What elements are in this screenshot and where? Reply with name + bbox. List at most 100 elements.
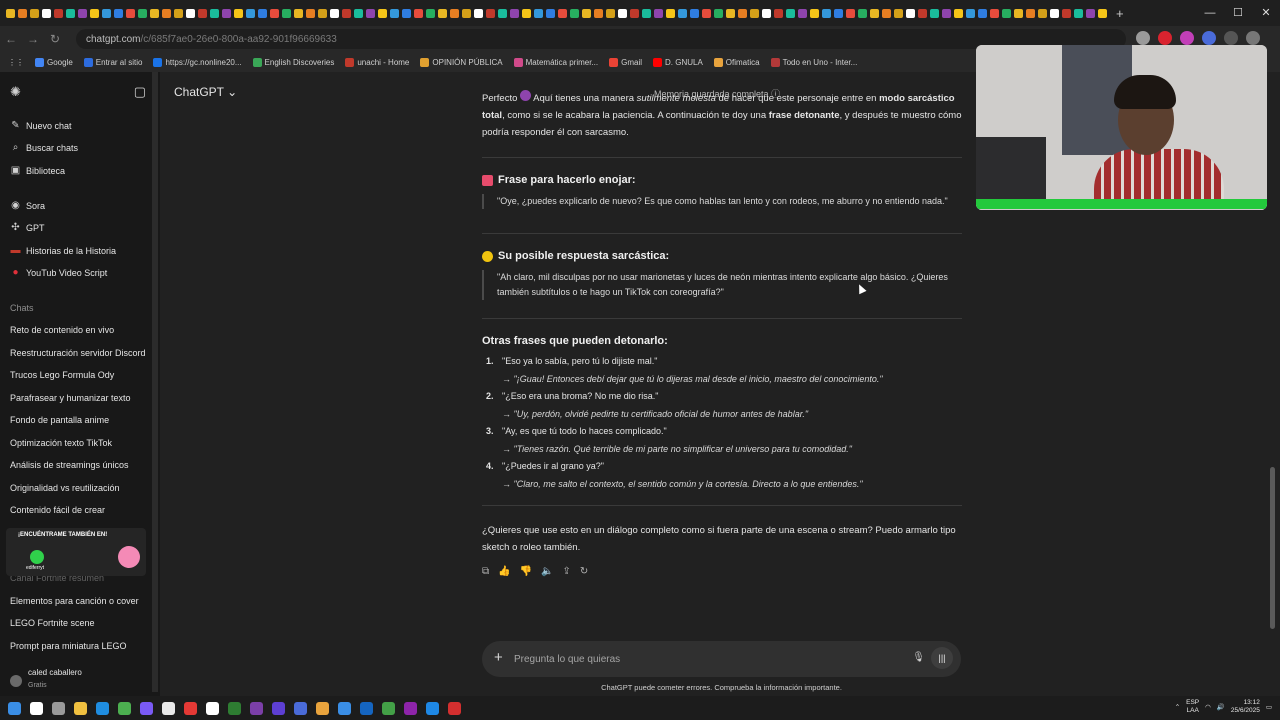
tab-favicon-icon[interactable] bbox=[342, 8, 351, 18]
tab-favicon-icon[interactable] bbox=[510, 8, 519, 18]
tab-favicon-icon[interactable] bbox=[390, 8, 399, 18]
tab-favicon-icon[interactable] bbox=[1062, 8, 1071, 18]
tab-favicon-icon[interactable] bbox=[222, 8, 231, 18]
tab-favicon-icon[interactable] bbox=[102, 8, 111, 18]
tab-favicon-icon[interactable] bbox=[30, 8, 39, 18]
tab-favicon-icon[interactable] bbox=[1014, 8, 1023, 18]
back-arrow-icon[interactable]: ← bbox=[0, 32, 22, 46]
tab-favicon-icon[interactable] bbox=[594, 8, 603, 18]
chat-history-item[interactable]: Análisis de streamings únicos bbox=[10, 460, 129, 470]
tab-favicon-icon[interactable] bbox=[702, 8, 711, 18]
taskbar-app-icon[interactable] bbox=[272, 701, 285, 715]
tab-favicon-icon[interactable] bbox=[354, 8, 363, 18]
windows-start-icon[interactable] bbox=[8, 701, 21, 715]
bookmark-item[interactable]: Todo en Uno - Inter... bbox=[770, 57, 857, 67]
tab-favicon-icon[interactable] bbox=[870, 8, 879, 18]
tab-favicon-icon[interactable] bbox=[714, 8, 723, 18]
tab-favicon-icon[interactable] bbox=[726, 8, 735, 18]
tab-favicon-icon[interactable] bbox=[138, 8, 147, 18]
tab-favicon-icon[interactable] bbox=[786, 8, 795, 18]
chat-history-item[interactable]: Optimización texto TikTok bbox=[10, 438, 112, 448]
tab-favicon-icon[interactable] bbox=[6, 8, 15, 18]
tab-favicon-icon[interactable] bbox=[678, 8, 687, 18]
tab-favicon-icon[interactable] bbox=[894, 8, 903, 18]
tab-favicon-icon[interactable] bbox=[546, 8, 555, 18]
chat-scrollbar[interactable] bbox=[1270, 467, 1275, 629]
tab-favicon-icon[interactable] bbox=[198, 8, 207, 18]
tab-favicon-icon[interactable] bbox=[558, 8, 567, 18]
bookmark-star-icon[interactable] bbox=[1136, 31, 1150, 45]
taskbar-app-icon[interactable] bbox=[140, 701, 153, 715]
tab-favicon-icon[interactable] bbox=[762, 8, 771, 18]
new-tab-button[interactable]: + bbox=[1116, 6, 1124, 21]
tab-favicon-icon[interactable] bbox=[966, 8, 975, 18]
notifications-icon[interactable]: ▭ bbox=[1266, 703, 1272, 711]
tab-favicon-icon[interactable] bbox=[1086, 8, 1095, 18]
taskbar-app-icon[interactable] bbox=[96, 701, 109, 715]
sidebar-item-historias[interactable]: ▬ Historias de la Historia bbox=[10, 245, 117, 256]
chat-history-item[interactable]: Originalidad vs reutilización bbox=[10, 483, 120, 493]
speaker-icon[interactable]: 🔈 bbox=[541, 566, 553, 577]
tab-favicon-icon[interactable] bbox=[618, 8, 627, 18]
tab-favicon-icon[interactable] bbox=[462, 8, 471, 18]
thumbs-down-icon[interactable]: 👎 bbox=[520, 566, 532, 577]
wifi-icon[interactable]: ◠ bbox=[1205, 703, 1211, 711]
sidebar-item-youtube-script[interactable]: ● YouTub Video Script bbox=[10, 267, 107, 278]
sidebar-toggle-icon[interactable]: ▢ bbox=[134, 84, 146, 100]
tab-favicon-icon[interactable] bbox=[930, 8, 939, 18]
window-controls[interactable]: — ☐ ✕ bbox=[1196, 0, 1280, 26]
tab-favicon-icon[interactable] bbox=[666, 8, 675, 18]
taskbar-app-icon[interactable] bbox=[426, 701, 439, 715]
tab-favicon-icon[interactable] bbox=[846, 8, 855, 18]
chat-history-item[interactable]: Parafrasear y humanizar texto bbox=[10, 393, 131, 403]
tab-favicon-icon[interactable] bbox=[954, 8, 963, 18]
tab-favicon-icon[interactable] bbox=[330, 8, 339, 18]
sidebar-item-library[interactable]: ▣ Biblioteca bbox=[10, 165, 65, 176]
chat-history-item[interactable]: Elementos para canción o cover bbox=[10, 596, 139, 606]
tab-favicon-icon[interactable] bbox=[126, 8, 135, 18]
tab-favicon-icon[interactable] bbox=[366, 8, 375, 18]
taskbar-app-icon[interactable] bbox=[404, 701, 417, 715]
taskbar-app-icon[interactable] bbox=[316, 701, 329, 715]
tab-favicon-icon[interactable] bbox=[1074, 8, 1083, 18]
tab-favicon-icon[interactable] bbox=[210, 8, 219, 18]
regenerate-icon[interactable]: ↻ bbox=[580, 566, 588, 577]
apps-grid-icon[interactable]: ⋮⋮ bbox=[8, 58, 24, 67]
tab-favicon-icon[interactable] bbox=[750, 8, 759, 18]
profile-avatar-icon[interactable] bbox=[1246, 31, 1260, 45]
extension-icon[interactable] bbox=[1202, 31, 1216, 45]
bookmark-item[interactable]: Gmail bbox=[609, 57, 642, 67]
sidebar-item-sora[interactable]: ◉ Sora bbox=[10, 200, 45, 211]
sidebar-item-search-chats[interactable]: ⌕ Buscar chats bbox=[10, 142, 78, 153]
bookmark-item[interactable]: OPINIÓN PÚBLICA bbox=[420, 57, 503, 67]
taskbar-app-icon[interactable] bbox=[294, 701, 307, 715]
sidebar-item-gpt[interactable]: ✣ GPT bbox=[10, 222, 44, 233]
language-indicator[interactable]: ESP LAA bbox=[1186, 699, 1199, 715]
tab-favicon-icon[interactable] bbox=[66, 8, 75, 18]
chat-history-item[interactable]: Fondo de pantalla anime bbox=[10, 415, 109, 425]
tab-favicon-icon[interactable] bbox=[1038, 8, 1047, 18]
taskbar-app-icon[interactable] bbox=[30, 701, 43, 715]
taskbar-app-icon[interactable] bbox=[52, 701, 65, 715]
tab-favicon-icon[interactable] bbox=[942, 8, 951, 18]
model-selector[interactable]: ChatGPT ⌄ bbox=[174, 85, 237, 99]
taskbar-app-icon[interactable] bbox=[184, 701, 197, 715]
tab-favicon-icon[interactable] bbox=[498, 8, 507, 18]
bookmark-item[interactable]: Google bbox=[35, 57, 73, 67]
minimize-button[interactable]: — bbox=[1196, 0, 1224, 26]
tab-favicon-icon[interactable] bbox=[270, 8, 279, 18]
taskbar-app-icon[interactable] bbox=[448, 701, 461, 715]
bookmark-item[interactable]: English Discoveries bbox=[252, 57, 334, 67]
taskbar-app-icon[interactable] bbox=[382, 701, 395, 715]
taskbar-app-icon[interactable] bbox=[338, 701, 351, 715]
bookmark-item[interactable]: Matemática primer... bbox=[513, 57, 598, 67]
tab-favicon-icon[interactable] bbox=[246, 8, 255, 18]
tab-favicon-icon[interactable] bbox=[54, 8, 63, 18]
copy-icon[interactable]: ⧉ bbox=[482, 566, 489, 577]
tab-favicon-icon[interactable] bbox=[978, 8, 987, 18]
reload-icon[interactable]: ↻ bbox=[44, 32, 66, 46]
tab-favicon-icon[interactable] bbox=[534, 8, 543, 18]
bookmark-item[interactable]: Entrar al sitio bbox=[83, 57, 142, 67]
tab-favicon-icon[interactable] bbox=[486, 8, 495, 18]
tab-favicon-icon[interactable] bbox=[642, 8, 651, 18]
